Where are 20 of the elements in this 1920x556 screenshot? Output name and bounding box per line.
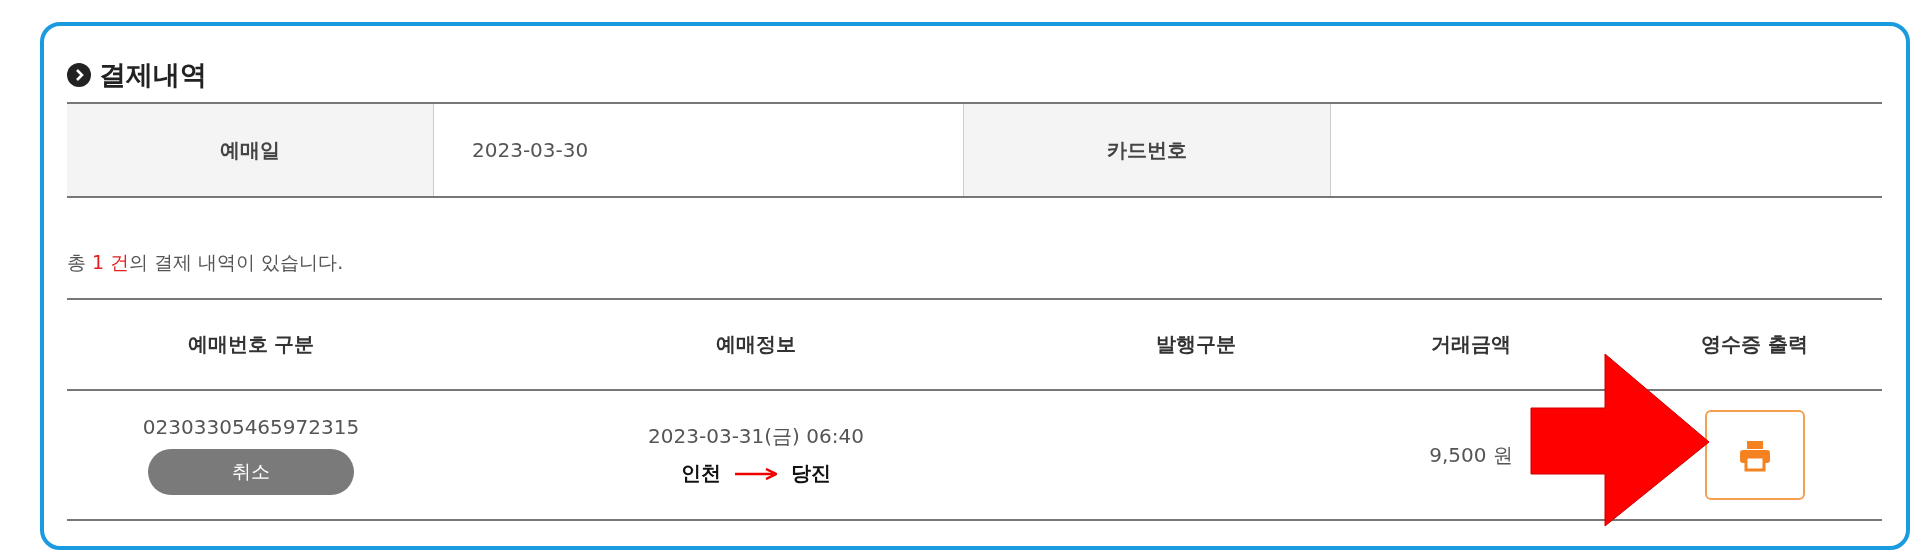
destination-city: 당진 <box>791 460 831 487</box>
result-count-text: 총 1 건의 결제 내역이 있습니다. <box>67 250 345 275</box>
print-button[interactable] <box>1704 410 1805 500</box>
info-label: 카드번호 <box>1107 136 1187 164</box>
chevron-circle-icon <box>67 63 91 87</box>
section-title: 결제내역 <box>99 58 207 92</box>
booking-number: 02303305465972315 <box>142 415 360 439</box>
column-header: 발행구분 <box>1155 331 1237 358</box>
column-header: 예매정보 <box>715 331 797 358</box>
route-arrow-icon <box>735 467 777 480</box>
column-header: 예매번호 구분 <box>186 331 316 358</box>
origin-city: 인천 <box>681 460 721 487</box>
column-header: 거래금액 <box>1430 331 1512 358</box>
cancel-button[interactable]: 취소 <box>148 449 354 495</box>
info-label: 예매일 <box>220 136 280 164</box>
info-value: 2023-03-30 <box>472 138 589 162</box>
amount: 9,500 원 <box>1429 441 1513 469</box>
printer-icon <box>1737 438 1772 472</box>
column-header: 영수증 출력 <box>1700 331 1809 358</box>
departure-datetime: 2023-03-31(금) 06:40 <box>648 423 864 450</box>
